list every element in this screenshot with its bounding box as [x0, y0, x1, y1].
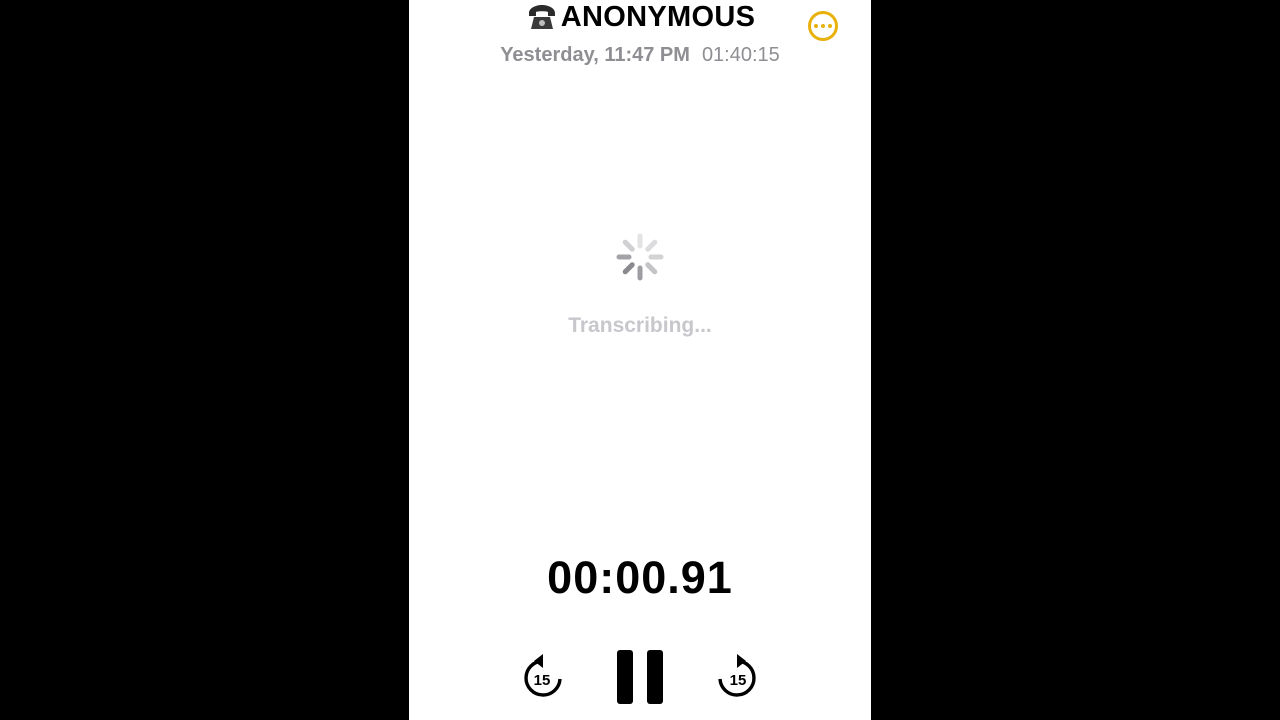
recording-date: Yesterday, 11:47 PM [500, 43, 690, 66]
skip-back-label: 15 [534, 672, 551, 689]
screen: ANONYMOUS Yesterday, 11:47 PM 01:40:15 T… [0, 0, 1280, 720]
phone-icon [525, 2, 559, 32]
ellipsis-dot [814, 24, 818, 28]
skip-forward-15-icon: 15 [718, 654, 756, 697]
skip-back-15-icon: 15 [524, 654, 562, 697]
pause-icon [617, 650, 633, 704]
spinner-icon [615, 232, 665, 282]
ellipsis-dot [828, 24, 832, 28]
pause-button[interactable] [617, 650, 663, 704]
recording-header: ANONYMOUS Yesterday, 11:47 PM 01:40:15 [409, 0, 871, 80]
skip-back-button[interactable]: 15 [521, 654, 565, 700]
recording-title: ANONYMOUS [560, 1, 756, 33]
pause-icon-bar [647, 650, 663, 704]
recording-duration: 01:40:15 [701, 43, 780, 66]
skip-forward-label: 15 [730, 672, 747, 689]
title-row: ANONYMOUS [409, 0, 871, 34]
ellipsis-dot [821, 24, 825, 28]
playback-controls: 15 15 [409, 646, 871, 706]
elapsed-time: 00:00.91 [547, 552, 733, 603]
transcription-status: Transcribing... [568, 314, 712, 337]
more-options-button[interactable] [808, 11, 838, 41]
recording-detail-screen: ANONYMOUS Yesterday, 11:47 PM 01:40:15 T… [409, 0, 871, 720]
skip-forward-button[interactable]: 15 [715, 654, 759, 700]
recording-meta: Yesterday, 11:47 PM 01:40:15 [409, 42, 871, 68]
